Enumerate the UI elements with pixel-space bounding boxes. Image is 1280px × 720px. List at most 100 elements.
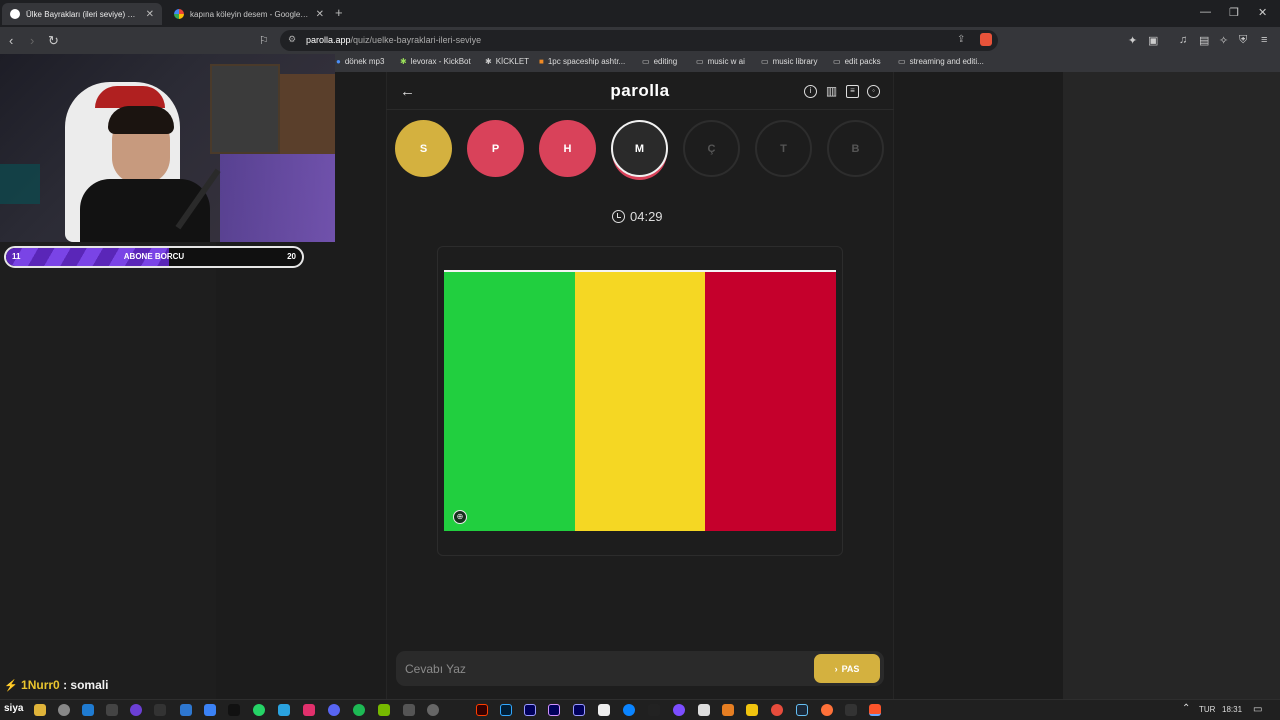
bookmark-label: 1pc spaceship ashtr...	[547, 57, 626, 66]
bookmark-folder[interactable]: ▭ edit packs	[833, 57, 881, 66]
app-icon[interactable]	[427, 704, 439, 716]
nvidia-icon[interactable]	[378, 704, 390, 716]
tab-google[interactable]: kapına köleyin desem - Google'da Ar ✕	[166, 3, 332, 25]
tiktok-icon[interactable]	[228, 704, 240, 716]
bookmark-item[interactable]: ✱ KİCKLET	[485, 57, 529, 66]
chair-accent	[95, 86, 165, 108]
steam-icon[interactable]	[796, 704, 808, 716]
bookmark-icon[interactable]: ⚐	[259, 34, 269, 47]
sidebar-icon[interactable]: ▤	[1199, 34, 1209, 47]
bookmark-folder[interactable]: ▭ streaming and editi...	[898, 57, 984, 66]
instagram-icon[interactable]	[303, 704, 315, 716]
reload-icon[interactable]: ↻	[48, 33, 59, 49]
windows-taskbar: siya ⌃ TUR 18:31 ▭	[0, 699, 1280, 720]
site-info-icon[interactable]: ⚙	[288, 34, 296, 45]
pass-button[interactable]: › PAS	[814, 654, 880, 683]
bookmark-label: KİCKLET	[495, 57, 530, 66]
bookmark-item[interactable]: ● dönek mp3	[336, 57, 384, 66]
new-tab-icon[interactable]: +	[335, 5, 343, 20]
taskbar-clock[interactable]: 18:31	[1222, 705, 1242, 714]
app-icon[interactable]	[130, 704, 142, 716]
language-indicator[interactable]: TUR	[1199, 705, 1215, 714]
tab-quiz[interactable]: Ülke Bayrakları (ileri seviye) quiz ✕	[2, 3, 162, 25]
maximize-icon[interactable]: ❐	[1229, 6, 1239, 19]
app-icon[interactable]	[180, 704, 192, 716]
letter-circle-m: M	[611, 120, 668, 177]
app-icon[interactable]	[204, 704, 216, 716]
profile-icon[interactable]: ◦	[867, 85, 880, 98]
notification-icon[interactable]: ▭	[1253, 704, 1262, 715]
brave-shields-icon[interactable]	[980, 33, 992, 46]
address-bar[interactable]: ⚙ parolla.app/quiz/uelke-bayraklari-iler…	[280, 30, 998, 51]
spotify-icon[interactable]	[353, 704, 365, 716]
firefox-icon[interactable]	[821, 704, 833, 716]
photoshop-icon[interactable]	[500, 704, 512, 716]
info-icon[interactable]: i	[804, 85, 817, 98]
app-logo[interactable]: parolla	[386, 81, 894, 101]
folder-icon: ▭	[833, 57, 841, 66]
media-icon[interactable]: ♫	[1179, 34, 1187, 46]
subscriber-goal-bar: 11 ABONE BORCU 20	[4, 246, 304, 268]
app-icon[interactable]	[845, 704, 857, 716]
countdown-timer: 04:29	[612, 209, 663, 224]
wallet-icon[interactable]: ▣	[1148, 34, 1158, 47]
tab-title: kapına köleyin desem - Google'da Ar	[190, 9, 310, 19]
menu-icon[interactable]: ≡	[1261, 34, 1267, 46]
taskbar-start-label[interactable]: siya	[4, 703, 23, 714]
tray-chevron-icon[interactable]: ⌃	[1182, 703, 1190, 714]
bookmark-folder[interactable]: ▭ music w ai	[696, 57, 745, 66]
leo-ai-icon[interactable]: ✧	[1219, 34, 1228, 47]
back-icon[interactable]: ‹	[9, 33, 13, 48]
after-effects-icon[interactable]	[548, 704, 560, 716]
media-encoder-icon[interactable]	[524, 704, 536, 716]
folder-icon: ▭	[761, 57, 769, 66]
app-icon[interactable]	[771, 704, 783, 716]
timer-value: 04:29	[630, 209, 663, 224]
share-icon[interactable]: ⇪	[957, 34, 965, 45]
letter-circle-s: S	[395, 120, 452, 177]
bookmark-folder[interactable]: ▭ editing	[642, 57, 677, 66]
letter-label: P	[491, 142, 500, 155]
app-icon[interactable]	[698, 704, 710, 716]
app-icon[interactable]	[746, 704, 758, 716]
discord-icon[interactable]	[328, 704, 340, 716]
app-icon[interactable]	[722, 704, 734, 716]
bookmark-label: edit packs	[844, 57, 881, 66]
brave-icon[interactable]	[869, 704, 881, 716]
whatsapp-icon[interactable]	[253, 704, 265, 716]
flag-stripe-red	[705, 272, 837, 531]
forward-icon[interactable]: ›	[30, 33, 34, 48]
vscode-icon[interactable]	[82, 704, 94, 716]
app-icon[interactable]	[278, 704, 290, 716]
answer-input[interactable]	[396, 651, 796, 686]
letter-circle-b: B	[827, 120, 884, 177]
app-icon[interactable]	[106, 704, 118, 716]
premiere-icon[interactable]	[573, 704, 585, 716]
app-icon[interactable]	[623, 704, 635, 716]
letter-label: T	[780, 142, 787, 155]
bookmark-label: editing	[653, 57, 678, 66]
bookmark-item[interactable]: ✱ levorax - KickBot	[400, 57, 471, 66]
app-icon[interactable]	[648, 704, 660, 716]
bookmark-folder[interactable]: ▭ music library	[761, 57, 817, 66]
app-icon[interactable]	[673, 704, 685, 716]
feedback-icon[interactable]: ≡	[846, 85, 859, 98]
close-tab-icon[interactable]: ✕	[316, 9, 324, 20]
app-icon[interactable]	[598, 704, 610, 716]
illustrator-icon[interactable]	[476, 704, 488, 716]
close-window-icon[interactable]: ✕	[1258, 6, 1267, 19]
file-explorer-icon[interactable]	[34, 704, 46, 716]
chevron-right-icon: ›	[834, 663, 838, 674]
app-icon[interactable]	[154, 704, 166, 716]
minimize-icon[interactable]: —	[1200, 6, 1211, 18]
extensions-icon[interactable]: ✦	[1128, 34, 1137, 47]
stats-icon[interactable]: ▥	[825, 85, 838, 98]
bookmark-item[interactable]: ■ 1pc spaceship ashtr...	[539, 57, 625, 66]
folder-icon: ▭	[898, 57, 906, 66]
letter-circle-h: H	[539, 120, 596, 177]
app-icon[interactable]	[403, 704, 415, 716]
vpn-icon[interactable]: ⛨	[1239, 34, 1247, 47]
close-tab-icon[interactable]: ✕	[146, 9, 154, 20]
settings-icon[interactable]	[58, 704, 70, 716]
zoom-icon[interactable]: ⊕	[453, 510, 467, 524]
